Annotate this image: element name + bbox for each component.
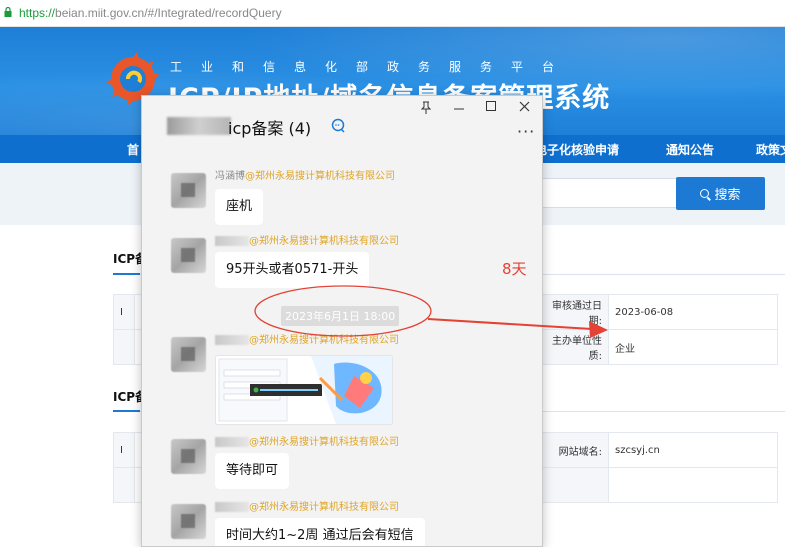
lock-icon <box>4 7 12 17</box>
table-cell <box>608 467 778 503</box>
sender-company: @郑州永易搜计算机科技有限公司 <box>249 437 399 448</box>
domain-value: szcsyj.cn <box>608 432 778 468</box>
address-bar[interactable]: https://beian.miit.gov.cn/#/Integrated/r… <box>0 0 785 27</box>
chat-bubble-icon[interactable] <box>331 118 346 133</box>
redacted-sender-name <box>215 335 249 345</box>
message-sender: @郑州永易搜计算机科技有限公司 <box>215 498 399 513</box>
table-cell: I <box>113 432 135 468</box>
pin-icon[interactable] <box>420 101 432 115</box>
avatar[interactable] <box>171 173 206 208</box>
group-name[interactable]: icp备案 (4) <box>228 115 311 139</box>
avatar[interactable] <box>171 337 206 372</box>
nav-item-verification[interactable]: 电子化核验申请 <box>535 141 619 158</box>
more-options-icon[interactable]: ··· <box>517 122 535 141</box>
sender-company: @郑州永易搜计算机科技有限公司 <box>249 502 399 513</box>
url-text[interactable]: https://beian.miit.gov.cn/#/Integrated/r… <box>19 6 282 20</box>
search-button-label: 搜索 <box>714 188 741 203</box>
message-bubble[interactable]: 座机 <box>215 189 264 225</box>
message-sender: @郑州永易搜计算机科技有限公司 <box>215 433 399 448</box>
org-type-value: 企业 <box>608 329 778 365</box>
redacted-sender-name <box>215 502 249 512</box>
table-cell <box>113 467 135 503</box>
search-input[interactable] <box>540 178 676 208</box>
org-type-label: 主办单位性质: <box>532 329 609 365</box>
table-cell <box>113 329 135 365</box>
message-sender: 冯涵博@郑州永易搜计算机科技有限公司 <box>215 167 395 182</box>
message-sender: @郑州永易搜计算机科技有限公司 <box>215 232 399 247</box>
nav-item-notices[interactable]: 通知公告 <box>666 141 714 158</box>
approval-date-label: 审核通过日期: <box>532 294 609 330</box>
avatar[interactable] <box>171 439 206 474</box>
nav-item-policy[interactable]: 政策文 <box>756 141 785 158</box>
sender-company: @郑州永易搜计算机科技有限公司 <box>245 171 395 182</box>
message-bubble[interactable]: 等待即可 <box>215 453 290 489</box>
approval-date-value: 2023-06-08 <box>608 294 778 330</box>
search-icon <box>700 189 710 198</box>
message-bubble[interactable]: 时间大约1~2周 通过后会有短信 <box>215 518 425 546</box>
banner-subtitle: 工业和信息化部政务服务平台 <box>170 60 574 74</box>
message-timestamp: 2023年6月1日 18:00 <box>281 306 400 326</box>
redacted-sender-name <box>215 437 249 447</box>
table-cell <box>532 467 609 503</box>
url-protocol: https:// <box>19 6 56 20</box>
image-message[interactable] <box>215 355 393 425</box>
avatar[interactable] <box>171 504 206 539</box>
url-path: beian.miit.gov.cn/#/Integrated/recordQue… <box>55 6 282 20</box>
chat-window: icp备案 (4) ··· 冯涵博@郑州永易搜计算机科技有限公司 座机 @郑州永… <box>141 95 543 547</box>
maximize-icon[interactable] <box>486 101 497 112</box>
message-sender: @郑州永易搜计算机科技有限公司 <box>215 331 399 346</box>
domain-label: 网站域名: <box>532 432 609 468</box>
sender-name: 冯涵博 <box>215 171 245 182</box>
minimize-icon[interactable] <box>454 104 465 114</box>
sender-company: @郑州永易搜计算机科技有限公司 <box>249 236 399 247</box>
section-accent <box>113 410 140 412</box>
redacted-sender-name <box>215 236 249 246</box>
message-bubble[interactable]: 95开头或者0571-开头 <box>215 252 370 288</box>
nav-item-home[interactable]: 首 <box>127 141 139 158</box>
avatar[interactable] <box>171 238 206 273</box>
screenshot-thumbnail <box>216 356 392 424</box>
redacted-group-name <box>167 117 231 135</box>
chat-header: icp备案 (4) ··· <box>142 96 542 144</box>
annotation-label: 8天 <box>502 260 527 278</box>
sender-company: @郑州永易搜计算机科技有限公司 <box>249 335 399 346</box>
section-accent <box>113 273 140 275</box>
table-cell: I <box>113 294 135 330</box>
close-icon[interactable] <box>519 101 530 112</box>
search-button[interactable]: 搜索 <box>676 177 765 210</box>
